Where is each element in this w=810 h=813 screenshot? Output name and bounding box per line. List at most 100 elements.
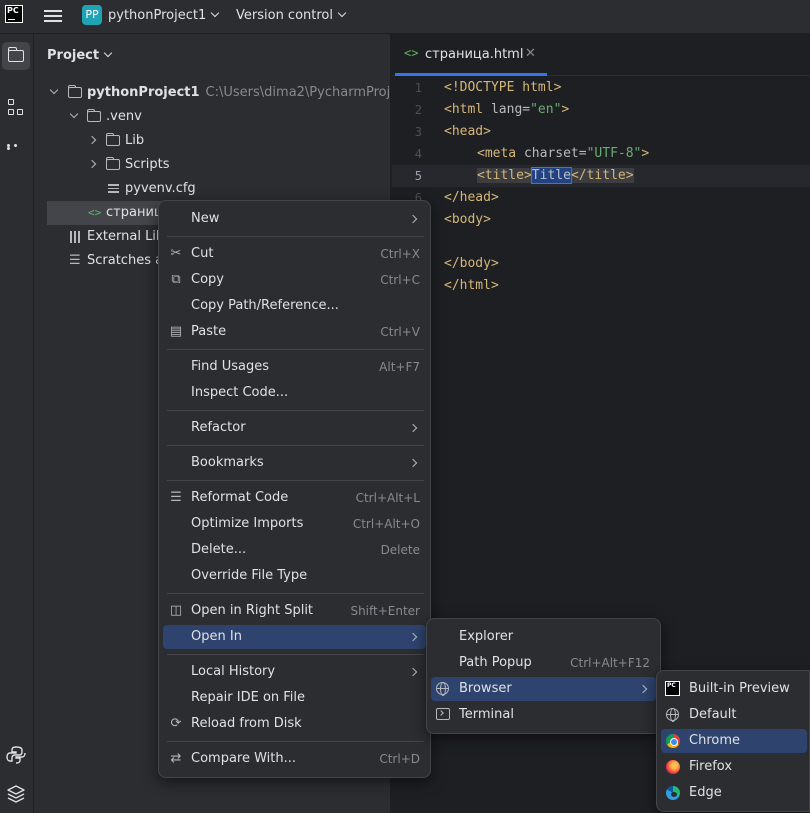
menu-separator <box>167 593 424 594</box>
layers-icon <box>7 785 25 803</box>
version-control-menu[interactable]: Version control <box>236 8 347 23</box>
tree-item-label: External Lib <box>87 229 165 244</box>
chevron-right-icon <box>638 684 648 694</box>
editor-tab[interactable]: <> страница.html ✕ <box>392 34 547 76</box>
project-switcher[interactable]: pythonProject1 <box>108 8 220 23</box>
menu-item-reformat-code[interactable]: ☰ Reformat Code Ctrl+Alt+L <box>163 486 426 510</box>
menu-item-built-in-preview[interactable]: PC Built-in Preview <box>661 677 807 701</box>
title-bar: PC PP pythonProject1 Version control <box>0 0 810 34</box>
menu-item-copy-path[interactable]: Copy Path/Reference... <box>163 294 426 318</box>
chevron-right-icon <box>408 667 418 677</box>
html-file-icon: <> <box>88 206 102 219</box>
menu-item-refactor[interactable]: Refactor <box>163 416 426 440</box>
tree-item-pyvenv[interactable]: pyvenv.cfg <box>34 177 390 201</box>
menu-item-new[interactable]: New <box>163 207 426 231</box>
chevron-right-icon <box>408 214 418 224</box>
menu-separator <box>167 480 424 481</box>
chevron-right-icon <box>87 135 97 145</box>
close-icon[interactable]: ✕ <box>525 46 536 61</box>
code-line-current[interactable]: 5 <title>Title</title> <box>392 165 810 187</box>
code-line[interactable]: 7<body> <box>392 209 810 231</box>
menu-item-copy[interactable]: ⧉ Copy Ctrl+C <box>163 268 426 292</box>
menu-item-open-right-split[interactable]: ◫ Open in Right Split Shift+Enter <box>163 599 426 623</box>
project-panel-header[interactable]: Project <box>47 48 113 63</box>
menu-item-find-usages[interactable]: Find Usages Alt+F7 <box>163 355 426 379</box>
structure-tool-button[interactable] <box>2 94 30 122</box>
menu-item-cut[interactable]: ✂ Cut Ctrl+X <box>163 242 426 266</box>
folder-icon <box>105 156 120 170</box>
code-line[interactable]: 8 <box>392 231 810 253</box>
project-tool-button[interactable] <box>2 42 30 70</box>
menu-item-chrome[interactable]: Chrome <box>661 729 807 753</box>
editor-tab-bar: <> страница.html ✕ <box>392 34 810 76</box>
scratches-icon: ☰ <box>69 253 81 268</box>
code-line[interactable]: 2 <html lang="en"> <box>392 99 810 121</box>
vcs-label: Version control <box>236 8 333 23</box>
firefox-icon <box>666 760 680 774</box>
code-line[interactable]: 9</body> <box>392 253 810 275</box>
chevron-right-icon <box>408 458 418 468</box>
menu-item-explorer[interactable]: Explorer <box>431 625 656 649</box>
code-line[interactable]: 6 </head> <box>392 187 810 209</box>
tree-item-label: pythonProject1 C:\Users\dima2\PycharmProj… <box>87 81 390 105</box>
split-icon: ◫ <box>169 603 183 618</box>
menu-item-local-history[interactable]: Local History <box>163 660 426 684</box>
tree-item-lib[interactable]: Lib <box>34 129 390 153</box>
folder-icon <box>86 108 101 122</box>
reload-icon: ⟳ <box>170 716 182 731</box>
tree-item-root[interactable]: pythonProject1 C:\Users\dima2\PycharmProj… <box>34 81 390 105</box>
menu-item-inspect-code[interactable]: Inspect Code... <box>163 381 426 405</box>
menu-item-repair-ide[interactable]: Repair IDE on File <box>163 686 426 710</box>
chevron-right-icon <box>408 632 418 642</box>
menu-item-edge[interactable]: Edge <box>661 781 807 805</box>
code-line[interactable]: 1 <!DOCTYPE html> <box>392 77 810 99</box>
main-menu-icon[interactable] <box>43 7 63 25</box>
menu-item-default-browser[interactable]: Default <box>661 703 807 727</box>
code-line[interactable]: 10</html> <box>392 275 810 297</box>
project-badge[interactable]: PP <box>82 5 102 25</box>
menu-separator <box>167 741 424 742</box>
browser-submenu: PC Built-in Preview Default Chrome Firefo… <box>656 670 810 812</box>
panel-title: Project <box>47 48 100 63</box>
globe-icon <box>666 708 679 722</box>
menu-item-bookmarks[interactable]: Bookmarks <box>163 451 426 475</box>
menu-item-delete[interactable]: Delete... Delete <box>163 538 426 562</box>
paste-icon: ▤ <box>169 324 183 339</box>
menu-separator <box>167 236 424 237</box>
menu-item-optimize-imports[interactable]: Optimize Imports Ctrl+Alt+O <box>163 512 426 536</box>
edge-icon <box>666 786 680 800</box>
chevron-down-icon <box>69 109 79 119</box>
html-file-icon: <> <box>404 46 419 60</box>
more-tools-button[interactable] <box>2 132 30 160</box>
code-line[interactable]: 4 <meta charset="UTF-8"> <box>392 143 810 165</box>
python-console-button[interactable] <box>2 741 30 769</box>
tree-item-venv[interactable]: .venv <box>34 105 390 129</box>
menu-item-paste[interactable]: ▤ Paste Ctrl+V <box>163 320 426 344</box>
menu-separator <box>167 654 424 655</box>
menu-item-override-file-type[interactable]: Override File Type <box>163 564 426 588</box>
folder-icon <box>67 84 82 98</box>
chevron-down-icon <box>210 8 220 18</box>
chevron-right-icon <box>87 159 97 169</box>
copy-icon: ⧉ <box>171 272 181 287</box>
terminal-icon <box>436 708 450 720</box>
tree-item-scripts[interactable]: Scripts <box>34 153 390 177</box>
chevron-right-icon <box>408 423 418 433</box>
globe-icon <box>436 682 449 696</box>
tree-item-label: pyvenv.cfg <box>125 181 196 196</box>
project-name: pythonProject1 <box>108 8 207 23</box>
menu-item-path-popup[interactable]: Path Popup Ctrl+Alt+F12 <box>431 651 656 675</box>
menu-item-compare-with[interactable]: ⇄ Compare With... Ctrl+D <box>163 747 426 771</box>
chevron-down-icon <box>49 85 59 95</box>
menu-item-open-in[interactable]: Open In <box>163 625 426 649</box>
layers-tool-button[interactable] <box>2 780 30 808</box>
menu-item-firefox[interactable]: Firefox <box>661 755 807 779</box>
menu-item-reload-from-disk[interactable]: ⟳ Reload from Disk <box>163 712 426 736</box>
menu-item-browser[interactable]: Browser <box>431 677 656 701</box>
tree-item-label: Scripts <box>125 157 170 172</box>
open-in-submenu: Explorer Path Popup Ctrl+Alt+F12 Browser … <box>426 618 661 734</box>
selected-text: Title <box>530 167 572 184</box>
code-line[interactable]: 3 <head> <box>392 121 810 143</box>
chevron-down-icon <box>337 8 347 18</box>
menu-item-terminal[interactable]: Terminal <box>431 703 656 727</box>
